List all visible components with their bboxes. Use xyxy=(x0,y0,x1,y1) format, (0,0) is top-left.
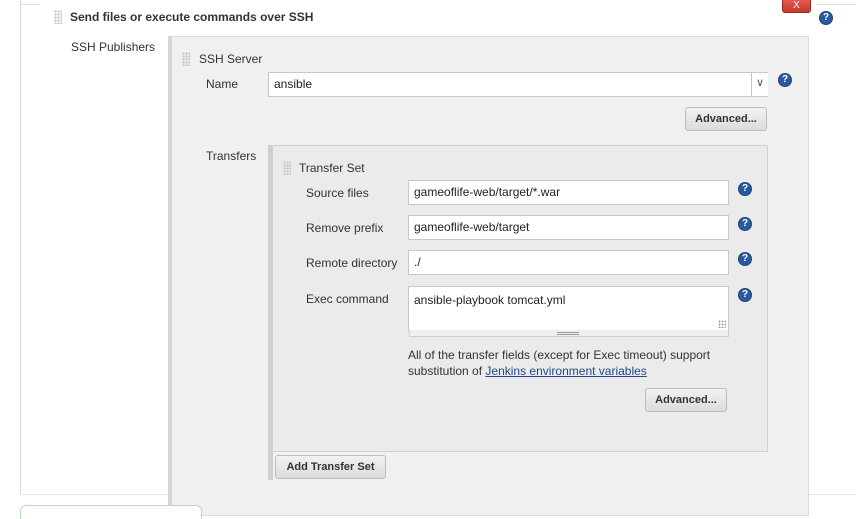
transfer-fields-description: All of the transfer fields (except for E… xyxy=(408,347,738,379)
transfers-label: Transfers xyxy=(206,149,257,163)
name-label: Name xyxy=(206,77,239,91)
transfer-set-title: Transfer Set xyxy=(299,161,365,175)
help-icon[interactable]: ? xyxy=(778,73,792,87)
textarea-resize-grip[interactable] xyxy=(557,332,579,335)
source-files-input[interactable]: gameoflife-web/target/*.war xyxy=(408,180,729,205)
add-transfer-set-button[interactable]: Add Transfer Set xyxy=(275,455,386,479)
help-icon[interactable]: ? xyxy=(738,288,752,302)
exec-command-textarea[interactable]: ansible-playbook tomcat.yml xyxy=(408,286,729,331)
ssh-server-title: SSH Server xyxy=(199,52,263,66)
drag-handle-icon[interactable] xyxy=(283,161,291,175)
remote-directory-input[interactable]: ./ xyxy=(408,250,729,275)
ssh-server-panel-rail xyxy=(168,36,172,516)
remote-directory-label: Remote directory xyxy=(306,256,398,270)
drag-handle-icon[interactable] xyxy=(54,10,62,24)
remove-prefix-input[interactable]: gameoflife-web/target xyxy=(408,215,729,240)
section-left-border xyxy=(20,0,21,495)
notification-bar xyxy=(20,505,202,519)
help-icon[interactable]: ? xyxy=(819,11,833,25)
ssh-publishers-label: SSH Publishers xyxy=(71,40,156,54)
remove-prefix-label: Remove prefix xyxy=(306,221,384,235)
env-variables-link[interactable]: Jenkins environment variables xyxy=(485,364,646,378)
server-advanced-button[interactable]: Advanced... xyxy=(685,107,767,131)
server-name-select[interactable]: ansible xyxy=(268,72,768,97)
exec-command-label: Exec command xyxy=(306,292,389,306)
help-icon[interactable]: ? xyxy=(738,217,752,231)
source-files-label: Source files xyxy=(306,186,369,200)
delete-button[interactable]: X xyxy=(782,0,811,13)
chevron-down-icon[interactable]: ∨ xyxy=(751,73,768,96)
transfer-set-panel-rail xyxy=(268,145,273,480)
help-icon[interactable]: ? xyxy=(738,252,752,266)
exec-command-value: ansible-playbook tomcat.yml xyxy=(414,293,566,307)
resize-grip-icon[interactable] xyxy=(718,320,726,328)
help-icon[interactable]: ? xyxy=(738,182,752,196)
drag-handle-icon[interactable] xyxy=(182,52,190,66)
section-title: Send files or execute commands over SSH xyxy=(70,10,314,24)
transfer-advanced-button[interactable]: Advanced... xyxy=(645,388,727,412)
server-name-value: ansible xyxy=(274,77,313,91)
